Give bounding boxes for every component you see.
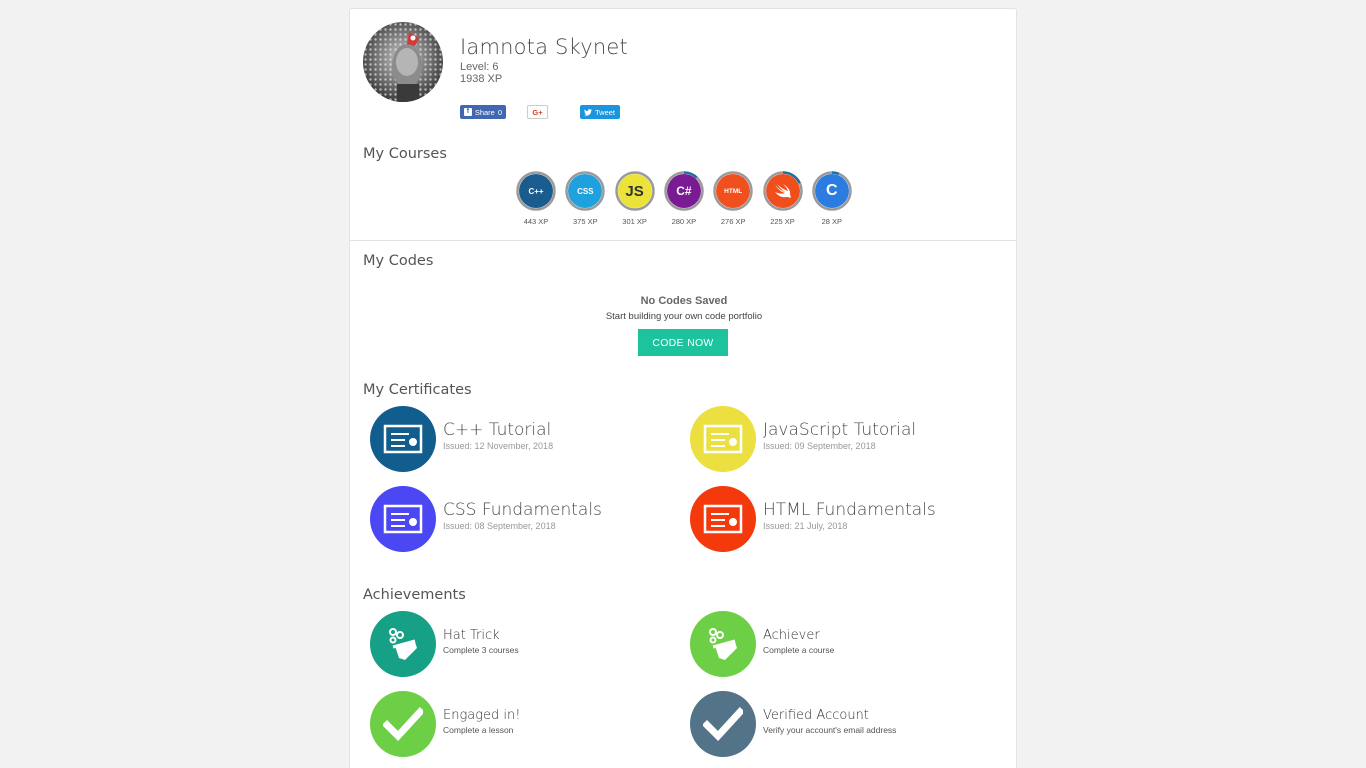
achievement-item[interactable]: Achiever Complete a course	[690, 611, 990, 679]
course-icon: HTML	[716, 174, 751, 208]
profile-level: Level: 6	[460, 61, 499, 73]
achievement-description: Complete a course	[763, 645, 835, 655]
certificate-icon	[383, 424, 423, 454]
divider	[350, 240, 1016, 241]
certificate-badge	[370, 406, 436, 472]
certificate-icon	[383, 504, 423, 534]
profile-xp: 1938 XP	[460, 73, 503, 85]
achievement-badge	[690, 611, 756, 677]
checkmark-icon	[383, 707, 423, 742]
course-icon: JS	[617, 174, 652, 208]
my-codes-title: My Codes	[363, 253, 434, 269]
certificate-item[interactable]: C++ Tutorial Issued: 12 November, 2018	[370, 406, 670, 474]
achievement-title: Achiever	[763, 628, 820, 643]
profile-card: Iamnota Skynet Level: 6 1938 XP f Share …	[349, 8, 1017, 768]
certificate-title: CSS Fundamentals	[443, 500, 602, 520]
code-now-button[interactable]: CODE NOW	[638, 329, 728, 356]
certificate-icon	[703, 424, 743, 454]
course-xp: 28 XP	[821, 217, 843, 226]
achievement-title: Engaged in!	[443, 708, 521, 723]
my-courses-title: My Courses	[363, 146, 447, 162]
achievement-description: Verify your account's email address	[763, 725, 897, 735]
certificate-item[interactable]: HTML Fundamentals Issued: 21 July, 2018	[690, 486, 990, 554]
my-certificates-title: My Certificates	[363, 382, 472, 398]
certificate-title: JavaScript Tutorial	[763, 420, 917, 440]
swift-bird-icon	[765, 174, 800, 208]
achievement-item[interactable]: Engaged in! Complete a lesson	[370, 691, 670, 759]
facebook-share-label: Share	[474, 107, 495, 117]
achievement-badge	[690, 691, 756, 757]
certificate-issued: Issued: 08 September, 2018	[443, 521, 556, 531]
achievements-title: Achievements	[363, 587, 466, 603]
certificate-title: C++ Tutorial	[443, 420, 552, 440]
achievement-item[interactable]: Verified Account Verify your account's e…	[690, 691, 990, 759]
facebook-share-button[interactable]: f Share 0	[460, 105, 506, 119]
magic-hat-icon	[389, 628, 417, 660]
twitter-icon	[584, 108, 592, 116]
certificate-badge	[690, 406, 756, 472]
avatar[interactable]	[363, 22, 443, 102]
checkmark-icon	[703, 707, 743, 742]
google-plus-button[interactable]: G+	[527, 105, 548, 119]
google-plus-icon: G+	[532, 107, 543, 117]
course-icon: C++	[519, 174, 553, 208]
achievement-title: Hat Trick	[443, 628, 500, 643]
certificate-item[interactable]: CSS Fundamentals Issued: 08 September, 2…	[370, 486, 670, 554]
certificate-badge	[370, 486, 436, 552]
certificate-badge	[690, 486, 756, 552]
course-icon: C	[814, 174, 849, 208]
tweet-label: Tweet	[595, 107, 616, 117]
certificate-item[interactable]: JavaScript Tutorial Issued: 09 September…	[690, 406, 990, 474]
achievement-description: Complete 3 courses	[443, 645, 519, 655]
facebook-share-count: 0	[497, 107, 502, 117]
certificate-issued: Issued: 12 November, 2018	[443, 441, 554, 451]
certificate-issued: Issued: 09 September, 2018	[763, 441, 876, 451]
achievement-badge	[370, 691, 436, 757]
profile-name: Iamnota Skynet	[460, 35, 628, 59]
magic-hat-icon	[709, 628, 737, 660]
tweet-button[interactable]: Tweet	[580, 105, 620, 119]
course-icon: C#	[666, 174, 701, 208]
facebook-icon: f	[464, 108, 472, 116]
achievement-title: Verified Account	[763, 708, 869, 723]
certificate-title: HTML Fundamentals	[763, 500, 936, 520]
certificate-icon	[703, 504, 743, 534]
achievement-description: Complete a lesson	[443, 725, 514, 735]
achievement-item[interactable]: Hat Trick Complete 3 courses	[370, 611, 670, 679]
no-codes-title: No Codes Saved	[640, 295, 728, 307]
no-codes-subtitle: Start building your own code portfolio	[605, 311, 763, 322]
certificate-issued: Issued: 21 July, 2018	[763, 521, 848, 531]
achievement-badge	[370, 611, 436, 677]
